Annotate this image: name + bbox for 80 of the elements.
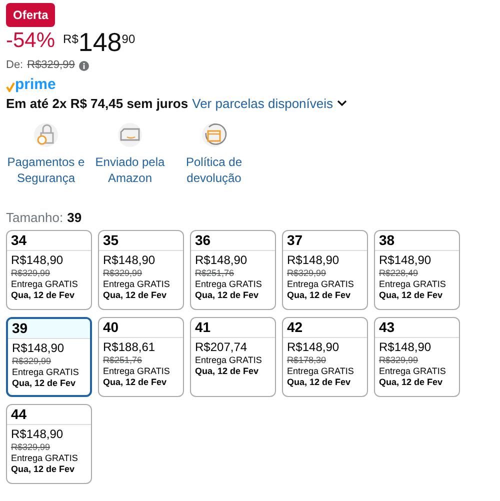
size-number: 40 xyxy=(99,318,183,338)
delivery-date: Qua, 12 de Fev xyxy=(379,290,444,302)
list-price-label: De: xyxy=(6,59,24,73)
option-price: R$148,90 xyxy=(287,252,340,268)
option-price: R$148,90 xyxy=(379,340,432,355)
option-price: R$148,90 xyxy=(11,426,64,442)
size-number: 39 xyxy=(8,318,90,339)
size-number: 36 xyxy=(191,230,275,251)
option-list-price: R$329,99 xyxy=(379,354,420,366)
size-option[interactable]: 36 R$148,90 R$251,76 Entrega GRATIS Qua, 12 de Fev xyxy=(190,230,276,310)
option-price: R$148,90 xyxy=(103,252,156,268)
delivery-text: Entrega GRATIS xyxy=(195,279,263,290)
size-number: 41 xyxy=(191,318,275,338)
size-option[interactable]: 35 R$148,90 R$329,99 Entrega GRATIS Qua, 12 de Fev xyxy=(98,230,184,310)
delivery-text: Entrega GRATIS xyxy=(379,366,447,378)
size-option[interactable]: 39 R$148,90 R$329,99 Entrega GRATIS Qua, 12 de Fev xyxy=(6,316,92,397)
option-list-price: R$329,99 xyxy=(11,442,52,453)
deal-badge: Oferta xyxy=(6,3,56,28)
size-option[interactable]: 41 R$207,74 Entrega GRATIS Qua, 12 de Fev xyxy=(190,316,276,397)
feature-link[interactable]: Política de devolução xyxy=(174,155,254,186)
size-number: 43 xyxy=(375,318,459,338)
delivery-date: Qua, 12 de Fev xyxy=(12,378,77,390)
delivery-text: Entrega GRATIS xyxy=(11,279,79,290)
chevron-down-icon[interactable] xyxy=(337,100,348,107)
option-price: R$148,90 xyxy=(12,340,66,356)
option-list-price: R$329,99 xyxy=(287,268,328,279)
size-number: 38 xyxy=(375,230,459,251)
size-number: 34 xyxy=(7,230,91,251)
size-option[interactable]: 40 R$188,61 R$251,76 Entrega GRATIS Qua, 12 de Fev xyxy=(98,316,184,397)
size-number: 44 xyxy=(7,404,91,425)
delivery-text: Entrega GRATIS xyxy=(103,279,171,290)
size-number: 42 xyxy=(283,318,367,338)
option-price: R$148,90 xyxy=(287,340,340,355)
delivery-date: Qua, 12 de Fev xyxy=(287,290,352,302)
delivery-text: Entrega GRATIS xyxy=(287,366,355,378)
delivery-text: Entrega GRATIS xyxy=(12,367,80,378)
size-option[interactable]: 38 R$148,90 R$228,49 Entrega GRATIS Qua, 12 de Fev xyxy=(374,230,460,310)
option-price: R$207,74 xyxy=(195,340,248,355)
delivery-date: Qua, 12 de Fev xyxy=(103,290,168,302)
delivery-date: Qua, 12 de Fev xyxy=(11,464,76,476)
delivery-date: Qua, 12 de Fev xyxy=(103,377,168,388)
size-option[interactable]: 44 R$148,90 R$329,99 Entrega GRATIS Qua, 12 de Fev xyxy=(6,404,92,484)
installments-link[interactable]: Ver parcelas disponíveis xyxy=(192,96,334,112)
option-list-price: R$228,49 xyxy=(379,268,420,279)
info-icon[interactable] xyxy=(78,60,89,71)
delivery-text: Entrega GRATIS xyxy=(103,366,171,378)
size-option[interactable]: 34 R$148,90 R$329,99 Entrega GRATIS Qua, 12 de Fev xyxy=(6,230,92,310)
size-value: 39 xyxy=(67,210,82,226)
delivery-text: Entrega GRATIS xyxy=(195,354,263,366)
option-list-price: R$251,76 xyxy=(103,354,144,366)
size-number: 37 xyxy=(283,230,367,251)
installments-text: Em até 2x R$ 74,45 sem juros xyxy=(6,96,188,112)
size-option[interactable]: 37 R$148,90 R$329,99 Entrega GRATIS Qua, 12 de Fev xyxy=(282,230,368,310)
option-list-price: R$329,99 xyxy=(103,268,144,279)
feature-link[interactable]: Pagamentos e Segurança xyxy=(6,155,86,186)
option-list-price: R$329,99 xyxy=(12,356,52,367)
size-number: 35 xyxy=(99,230,183,251)
prime-logo-text: prime xyxy=(15,76,56,92)
size-label: Tamanho: xyxy=(6,210,64,226)
feature-link[interactable]: Enviado pela Amazon xyxy=(90,155,170,186)
option-list-price: R$178,30 xyxy=(287,354,328,366)
size-option[interactable]: 42 R$148,90 R$178,30 Entrega GRATIS Qua, 12 de Fev xyxy=(282,316,368,397)
delivery-date: Qua, 12 de Fev xyxy=(195,366,260,378)
delivery-text: Entrega GRATIS xyxy=(287,279,355,290)
option-list-price: R$251,76 xyxy=(195,268,236,279)
delivery-date: Qua, 12 de Fev xyxy=(287,377,352,388)
delivery-text: Entrega GRATIS xyxy=(11,453,79,464)
size-option[interactable]: 43 R$148,90 R$329,99 Entrega GRATIS Qua, 12 de Fev xyxy=(374,316,460,397)
option-price: R$148,90 xyxy=(195,252,248,268)
list-price-text: R$329,99 xyxy=(27,59,75,73)
delivery-date: Qua, 12 de Fev xyxy=(195,290,260,302)
option-price: R$148,90 xyxy=(379,252,432,268)
option-price: R$188,61 xyxy=(103,340,156,355)
option-list-price: R$329,99 xyxy=(11,268,52,279)
discount-text: -54% xyxy=(6,29,56,52)
delivery-date: Qua, 12 de Fev xyxy=(379,377,444,388)
delivery-date: Qua, 12 de Fev xyxy=(11,290,76,302)
delivery-text: Entrega GRATIS xyxy=(379,279,447,290)
check-icon xyxy=(6,82,15,92)
option-price: R$148,90 xyxy=(11,252,64,268)
